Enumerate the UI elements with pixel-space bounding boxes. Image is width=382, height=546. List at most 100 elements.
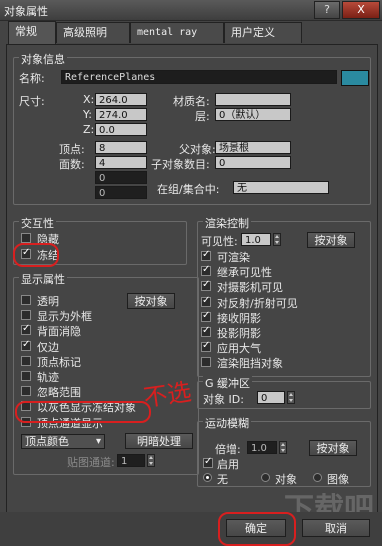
- render-option-label-6: 应用大气: [217, 342, 261, 356]
- z-value: 0.0: [95, 123, 147, 136]
- footer-bar: 确定 取消: [0, 512, 382, 546]
- y-value: 274.0: [95, 108, 147, 121]
- render-option-checkbox-2[interactable]: [201, 279, 211, 292]
- multiplier-label: 倍增:: [215, 443, 241, 456]
- display-option-label-0: 透明: [37, 295, 59, 308]
- layer-value: 0（默认）: [215, 108, 291, 121]
- parent-value: 场景根: [215, 141, 291, 154]
- material-value: [215, 93, 291, 106]
- gray-frozen-highlight-circle: [15, 401, 151, 423]
- object-id-label: 对象 ID:: [203, 393, 244, 406]
- object-id-spinner[interactable]: [287, 391, 295, 404]
- render-option-label-7: 渲染阻挡对象: [217, 357, 283, 371]
- extra-count-2: 0: [95, 186, 147, 199]
- render-option-label-3: 对反射/折射可见: [217, 296, 298, 310]
- render-option-label-2: 对摄影机可见: [217, 281, 283, 295]
- display-option-label-4: 顶点标记: [37, 355, 81, 369]
- motion-blur-by-object-button[interactable]: 按对象: [309, 440, 357, 456]
- display-option-label-6: 忽略范围: [37, 386, 81, 400]
- display-option-label-3: 仅边: [37, 340, 59, 354]
- display-by-object-button[interactable]: 按对象: [127, 293, 175, 309]
- render-by-object-button[interactable]: 按对象: [307, 232, 355, 248]
- in-group-value: 无: [233, 181, 329, 194]
- display-option-checkbox-3[interactable]: [21, 339, 31, 351]
- interaction-title: 交互性: [19, 215, 56, 231]
- multiplier-value[interactable]: 1.0: [247, 441, 277, 454]
- display-option-checkbox-6[interactable]: [21, 386, 31, 397]
- motion-blur-none-label: 无: [217, 473, 228, 486]
- z-label: Z:: [83, 123, 95, 136]
- render-option-checkbox-7[interactable]: [201, 357, 211, 368]
- render-option-checkbox-3[interactable]: [201, 295, 211, 307]
- material-label: 材质名:: [173, 95, 210, 108]
- render-option-checkbox-1[interactable]: [201, 264, 211, 277]
- y-label: Y:: [83, 108, 92, 121]
- display-option-label-5: 轨迹: [37, 371, 59, 384]
- hide-checkbox[interactable]: [21, 233, 31, 243]
- map-channel-label: 贴图通道:: [67, 456, 115, 469]
- visibility-label: 可见性:: [201, 235, 238, 248]
- window-title: 对象属性: [4, 5, 48, 18]
- multiplier-spinner[interactable]: [279, 441, 287, 454]
- object-info-title: 对象信息: [19, 51, 67, 67]
- ok-highlight-circle: [218, 512, 296, 546]
- extra-count-1: 0: [95, 171, 147, 184]
- help-button[interactable]: ?: [314, 1, 340, 19]
- display-properties-title: 显示属性: [19, 271, 67, 287]
- close-button[interactable]: X: [342, 1, 380, 19]
- vertices-label: 顶点:: [59, 143, 85, 156]
- parent-label: 父对象:: [179, 143, 216, 156]
- motion-blur-object-radio[interactable]: [261, 473, 270, 482]
- object-color-swatch[interactable]: [341, 70, 369, 86]
- display-option-label-1: 显示为外框: [37, 310, 92, 324]
- display-option-checkbox-5[interactable]: [21, 371, 31, 381]
- map-channel-spinner[interactable]: [147, 454, 155, 467]
- general-panel: 对象信息 名称: ReferencePlanes 尺寸: X: 264.0 Y:…: [6, 44, 378, 514]
- faces-value: 4: [95, 156, 147, 169]
- visibility-value[interactable]: 1.0: [241, 233, 271, 246]
- render-control-title: 渲染控制: [203, 215, 251, 231]
- size-label: 尺寸:: [19, 95, 45, 108]
- render-option-checkbox-6[interactable]: [201, 340, 211, 353]
- motion-blur-enable-label: 启用: [217, 458, 239, 471]
- display-option-checkbox-2[interactable]: [21, 323, 31, 336]
- layer-label: 层:: [195, 110, 210, 123]
- render-option-label-5: 投影阴影: [217, 327, 261, 340]
- map-channel-value[interactable]: 1: [117, 454, 145, 467]
- display-option-checkbox-4[interactable]: [21, 355, 31, 366]
- name-input[interactable]: ReferencePlanes: [61, 70, 337, 84]
- name-label: 名称:: [19, 72, 45, 85]
- gbuffer-title: G 缓冲区: [203, 375, 253, 391]
- render-option-label-4: 接收阴影: [217, 311, 261, 325]
- motion-blur-title: 运动模糊: [203, 415, 251, 431]
- motion-blur-none-radio[interactable]: [203, 473, 212, 482]
- vertex-color-select[interactable]: 顶点颜色: [21, 434, 105, 449]
- motion-blur-image-radio[interactable]: [313, 473, 322, 482]
- object-properties-dialog: 对象属性 ? X 常规 高级照明 mental ray 用户定义 对象信息 名称…: [0, 0, 382, 546]
- display-option-label-2: 背面消隐: [37, 325, 81, 339]
- render-option-checkbox-0[interactable]: [201, 249, 211, 261]
- title-bar: 对象属性 ? X: [0, 0, 382, 21]
- render-option-label-0: 可渲染: [217, 251, 250, 264]
- motion-blur-enable-checkbox[interactable]: [203, 456, 213, 468]
- annotation-scribble: 不选: [141, 377, 194, 413]
- display-option-checkbox-0[interactable]: [21, 295, 31, 305]
- tab-user-defined[interactable]: 用户定义: [224, 22, 302, 43]
- x-value: 264.0: [95, 93, 147, 106]
- object-id-value[interactable]: 0: [257, 391, 285, 404]
- faces-label: 面数:: [59, 158, 85, 171]
- tab-advanced-lighting[interactable]: 高级照明: [56, 22, 130, 43]
- tab-mental-ray[interactable]: mental ray: [130, 22, 224, 43]
- display-option-checkbox-1[interactable]: [21, 310, 31, 321]
- cancel-button[interactable]: 取消: [302, 519, 370, 537]
- render-option-label-1: 继承可见性: [217, 266, 272, 280]
- freeze-highlight-circle: [13, 243, 59, 267]
- render-option-checkbox-4[interactable]: [201, 310, 211, 322]
- render-option-checkbox-5[interactable]: [201, 325, 211, 337]
- shading-button[interactable]: 明暗处理: [125, 433, 193, 449]
- tab-general[interactable]: 常规: [8, 21, 56, 44]
- vertices-value: 8: [95, 141, 147, 154]
- visibility-spinner[interactable]: [273, 233, 281, 246]
- x-label: X:: [83, 93, 95, 106]
- in-group-label: 在组/集合中:: [157, 183, 220, 196]
